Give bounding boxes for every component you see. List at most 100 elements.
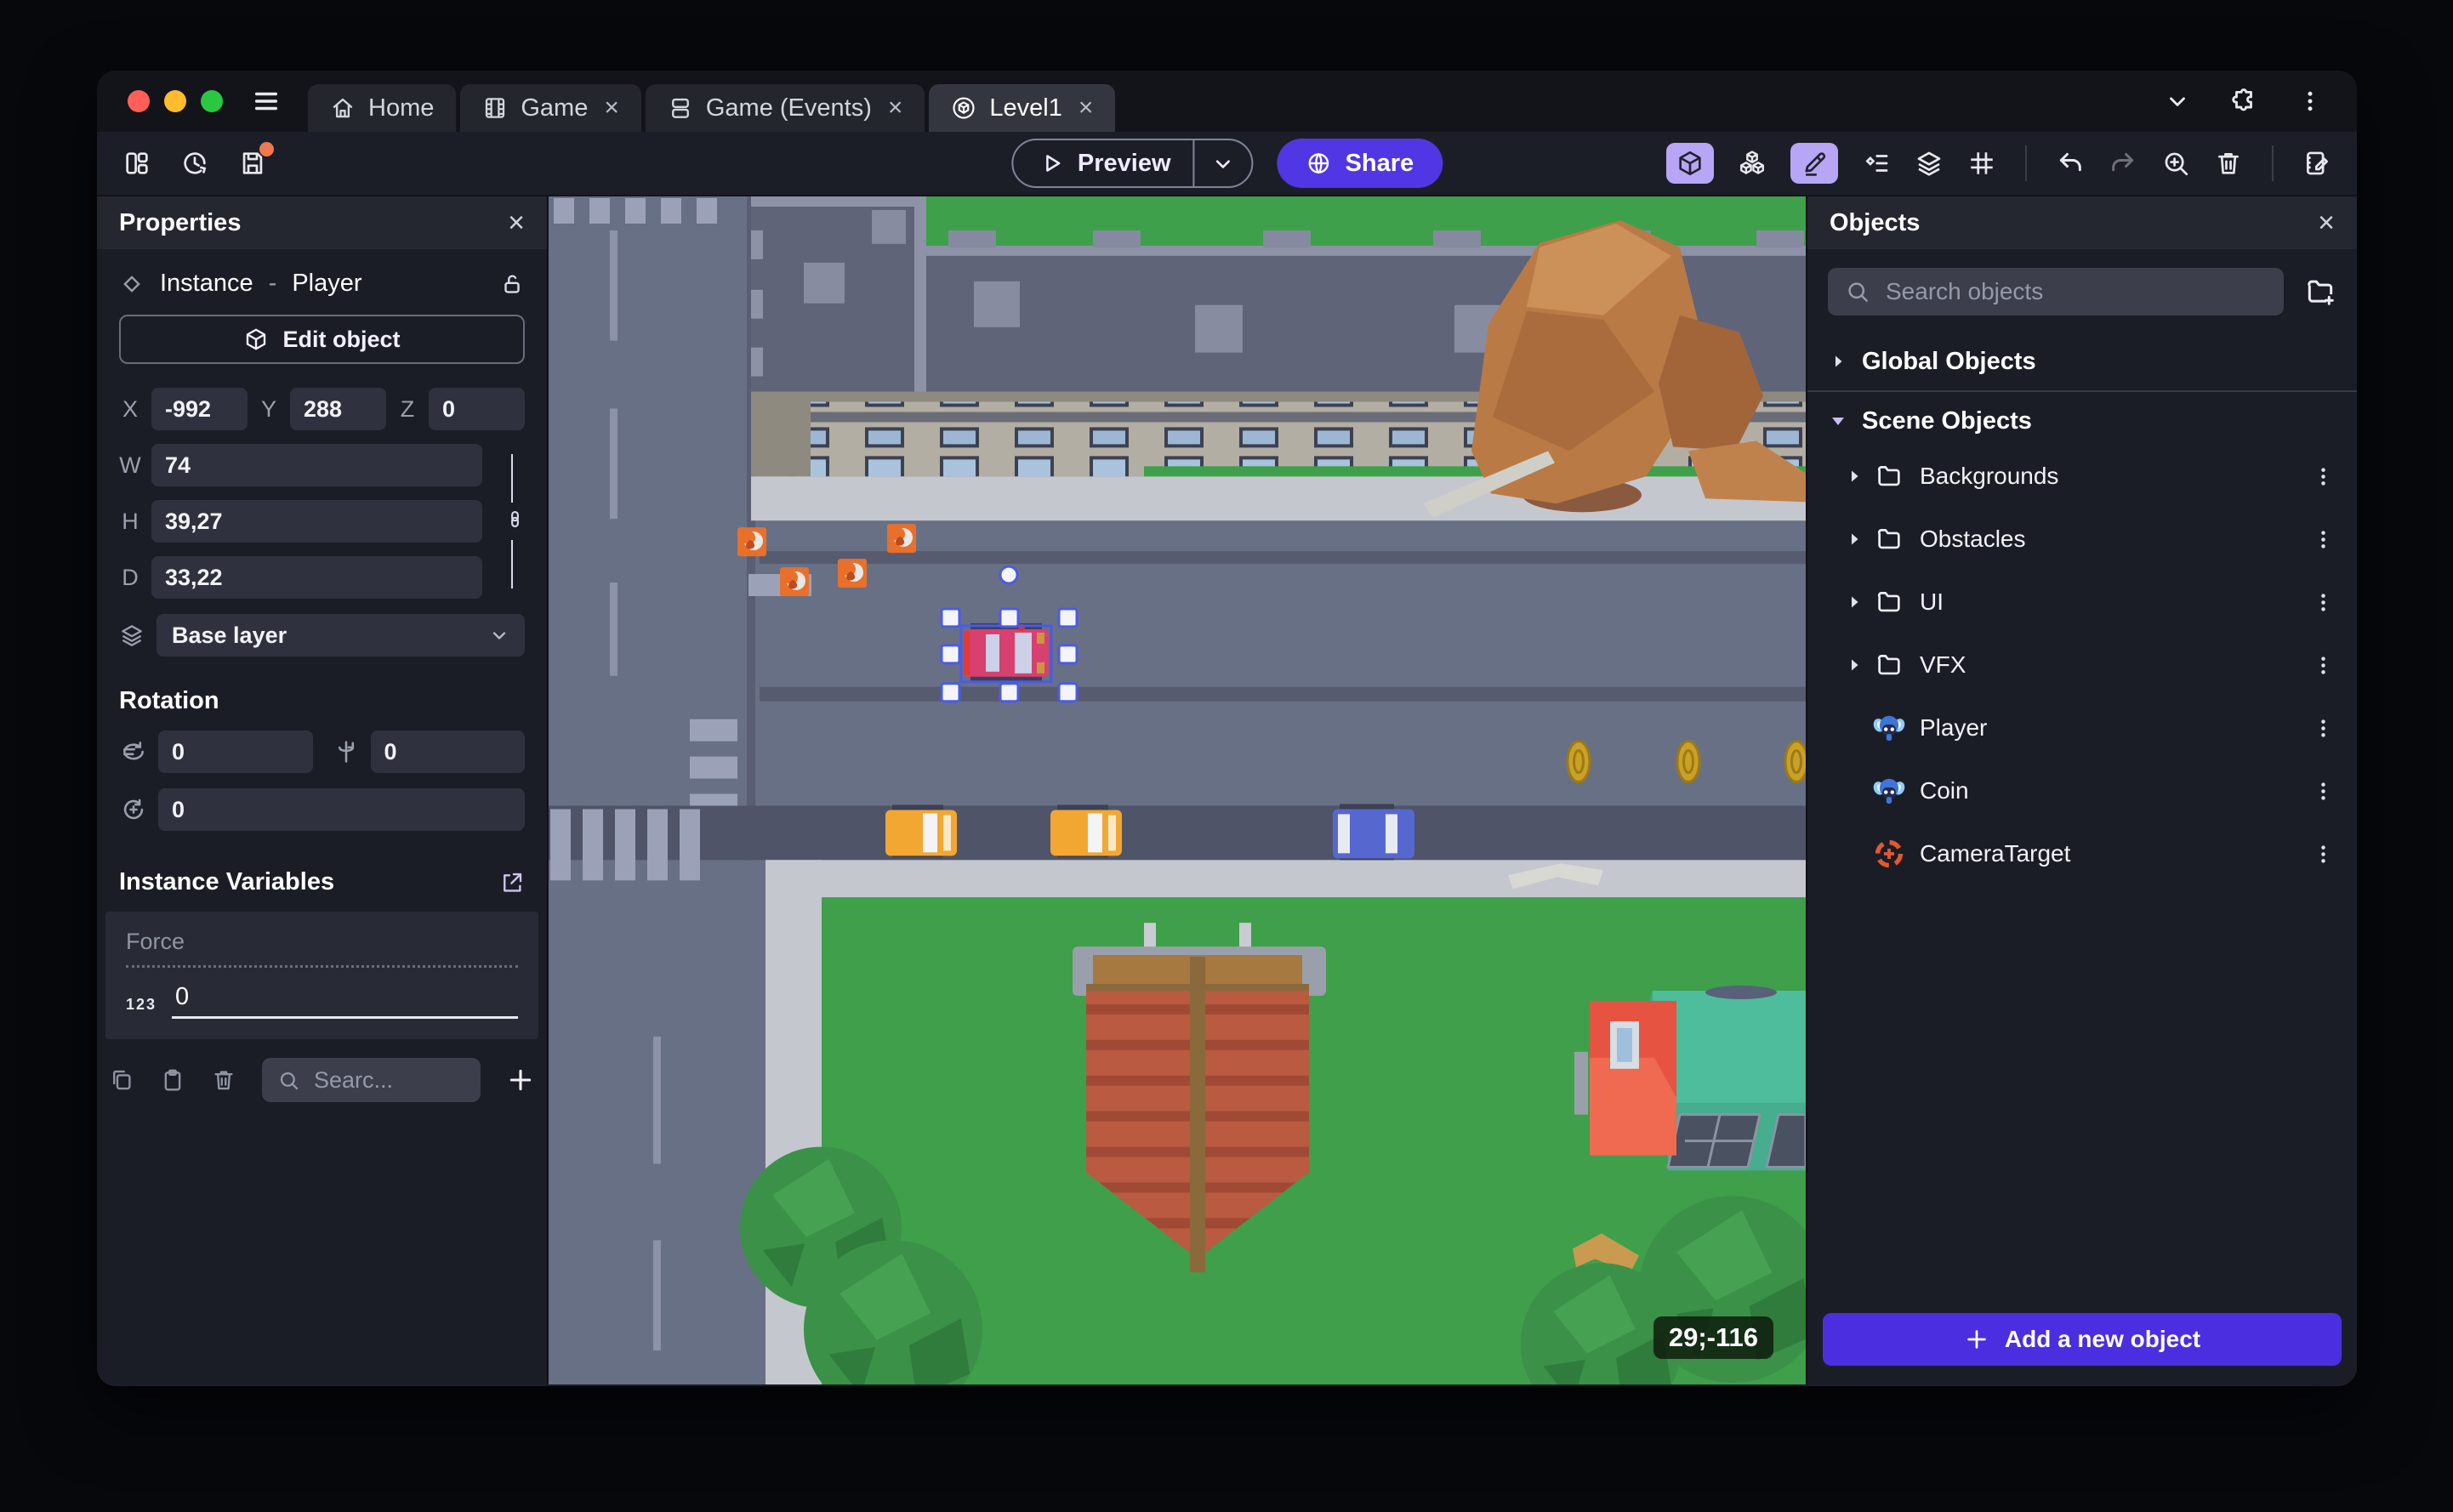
scene-crate[interactable] <box>780 567 809 596</box>
global-objects-section[interactable]: Global Objects <box>1807 338 2357 385</box>
tab-level1[interactable]: Level1 × <box>929 84 1116 132</box>
folder-row-backgrounds[interactable]: Backgrounds <box>1807 445 2357 508</box>
maximize-window-button[interactable] <box>201 90 223 112</box>
layers-icon[interactable] <box>1915 149 1944 178</box>
kebab-menu-icon[interactable] <box>2312 780 2335 803</box>
folder-row-obstacles[interactable]: Obstacles <box>1807 508 2357 571</box>
x-label: X <box>122 395 138 422</box>
kebab-menu-icon[interactable] <box>2297 88 2323 114</box>
objects-search-input[interactable] <box>1884 277 2267 306</box>
tab-game-events[interactable]: Game (Events) × <box>645 84 925 132</box>
preview-options-dropdown[interactable] <box>1195 152 1252 175</box>
y-position-field[interactable] <box>290 388 386 430</box>
save-button[interactable] <box>238 142 274 178</box>
kebab-menu-icon[interactable] <box>2312 528 2335 551</box>
close-tab-icon[interactable]: × <box>604 94 619 122</box>
grid-icon[interactable] <box>1967 149 1996 178</box>
kebab-menu-icon[interactable] <box>2312 717 2335 740</box>
object-row-coin[interactable]: Coin <box>1807 759 2357 822</box>
z-position-field[interactable] <box>429 388 525 430</box>
tab-game[interactable]: Game × <box>460 84 641 132</box>
open-variables-external-icon[interactable] <box>499 870 525 895</box>
scene-coin[interactable] <box>1784 740 1806 784</box>
rotation-handle[interactable] <box>999 565 1019 585</box>
scene-player-instance[interactable] <box>964 622 1049 683</box>
object-row-cameratarget[interactable]: CameraTarget <box>1807 822 2357 885</box>
kebab-menu-icon[interactable] <box>2312 654 2335 677</box>
view-3d-toggle[interactable] <box>1666 143 1714 184</box>
titlebar-right-controls <box>2165 87 2323 116</box>
variable-value[interactable]: 0 <box>172 983 518 1019</box>
minimize-window-button[interactable] <box>164 90 186 112</box>
kebab-menu-icon[interactable] <box>2312 591 2335 614</box>
scene-taxi[interactable] <box>885 804 957 858</box>
scene-house[interactable] <box>1574 986 1806 1171</box>
trash-icon[interactable] <box>2214 149 2243 178</box>
scene-blue-car[interactable] <box>1333 804 1414 861</box>
rotation-x-field[interactable] <box>158 730 313 773</box>
instances-list-icon[interactable] <box>1862 149 1891 178</box>
close-tab-icon[interactable]: × <box>888 94 903 122</box>
x-position-field[interactable] <box>151 388 248 430</box>
zoom-in-icon[interactable] <box>2161 149 2190 178</box>
folder-icon <box>1870 525 1908 554</box>
panels-layout-icon[interactable] <box>122 149 151 178</box>
close-tab-icon[interactable]: × <box>1079 94 1094 122</box>
close-window-button[interactable] <box>128 90 150 112</box>
rotation-y-field[interactable] <box>370 730 525 773</box>
share-button[interactable]: Share <box>1277 139 1443 188</box>
variable-name[interactable]: Force <box>126 929 518 968</box>
hamburger-menu-icon[interactable] <box>252 87 281 116</box>
object-row-player[interactable]: Player <box>1807 696 2357 759</box>
folder-row-ui[interactable]: UI <box>1807 571 2357 634</box>
history-icon[interactable] <box>180 149 209 178</box>
chevron-right-icon[interactable] <box>1843 592 1865 612</box>
copy-icon[interactable] <box>109 1067 134 1093</box>
scene-coin[interactable] <box>1676 740 1701 784</box>
objects-cubes-icon[interactable] <box>1738 149 1767 178</box>
width-field[interactable] <box>151 444 482 486</box>
scene-crate[interactable] <box>887 524 916 554</box>
add-new-object-button[interactable]: Add a new object <box>1823 1313 2342 1366</box>
close-panel-icon[interactable]: × <box>508 208 525 237</box>
kebab-menu-icon[interactable] <box>2312 843 2335 866</box>
variables-search-input[interactable] <box>312 1066 465 1094</box>
depth-field[interactable] <box>151 556 482 599</box>
extensions-puzzle-icon[interactable] <box>2229 87 2258 116</box>
preview-button[interactable]: Preview <box>1013 150 1193 178</box>
scene-properties-icon[interactable] <box>2302 149 2331 178</box>
height-field[interactable] <box>151 500 482 543</box>
kebab-menu-icon[interactable] <box>2312 465 2335 488</box>
paste-icon[interactable] <box>160 1067 185 1093</box>
close-panel-icon[interactable]: × <box>2318 208 2335 237</box>
scene-icon <box>951 95 976 121</box>
add-folder-icon[interactable] <box>2304 276 2336 308</box>
chevron-right-icon[interactable] <box>1843 529 1865 549</box>
chevron-right-icon[interactable] <box>1843 466 1865 486</box>
scene-crate[interactable] <box>838 559 867 588</box>
variables-search[interactable] <box>262 1058 481 1102</box>
unlock-icon[interactable] <box>499 271 525 297</box>
folder-row-vfx[interactable]: VFX <box>1807 634 2357 696</box>
cube-3d-icon <box>1676 149 1705 178</box>
tab-home[interactable]: Home <box>308 84 457 132</box>
lock-ratio-chain-icon[interactable] <box>504 503 526 540</box>
scene-canvas[interactable]: 29;-116 <box>549 196 1806 1384</box>
add-variable-button[interactable] <box>506 1066 535 1094</box>
scene-crate[interactable] <box>737 527 766 557</box>
scene-objects-section[interactable]: Scene Objects <box>1807 397 2357 445</box>
layer-select[interactable]: Base layer <box>157 614 525 657</box>
undo-icon[interactable] <box>2056 149 2085 178</box>
edit-tool-toggle[interactable] <box>1790 143 1838 184</box>
scene-taxi[interactable] <box>1050 804 1122 858</box>
variable-row[interactable]: Force 123 0 <box>105 912 538 1039</box>
chevron-right-icon[interactable] <box>1843 655 1865 675</box>
edit-object-label: Edit object <box>282 326 401 352</box>
objects-search[interactable] <box>1828 268 2284 315</box>
scene-coin[interactable] <box>1566 740 1591 784</box>
edit-object-button[interactable]: Edit object <box>119 315 525 364</box>
trash-icon[interactable] <box>211 1067 236 1093</box>
rotation-z-field[interactable] <box>158 788 525 831</box>
redo-icon[interactable] <box>2109 149 2137 178</box>
chevron-down-icon[interactable] <box>2165 88 2190 114</box>
